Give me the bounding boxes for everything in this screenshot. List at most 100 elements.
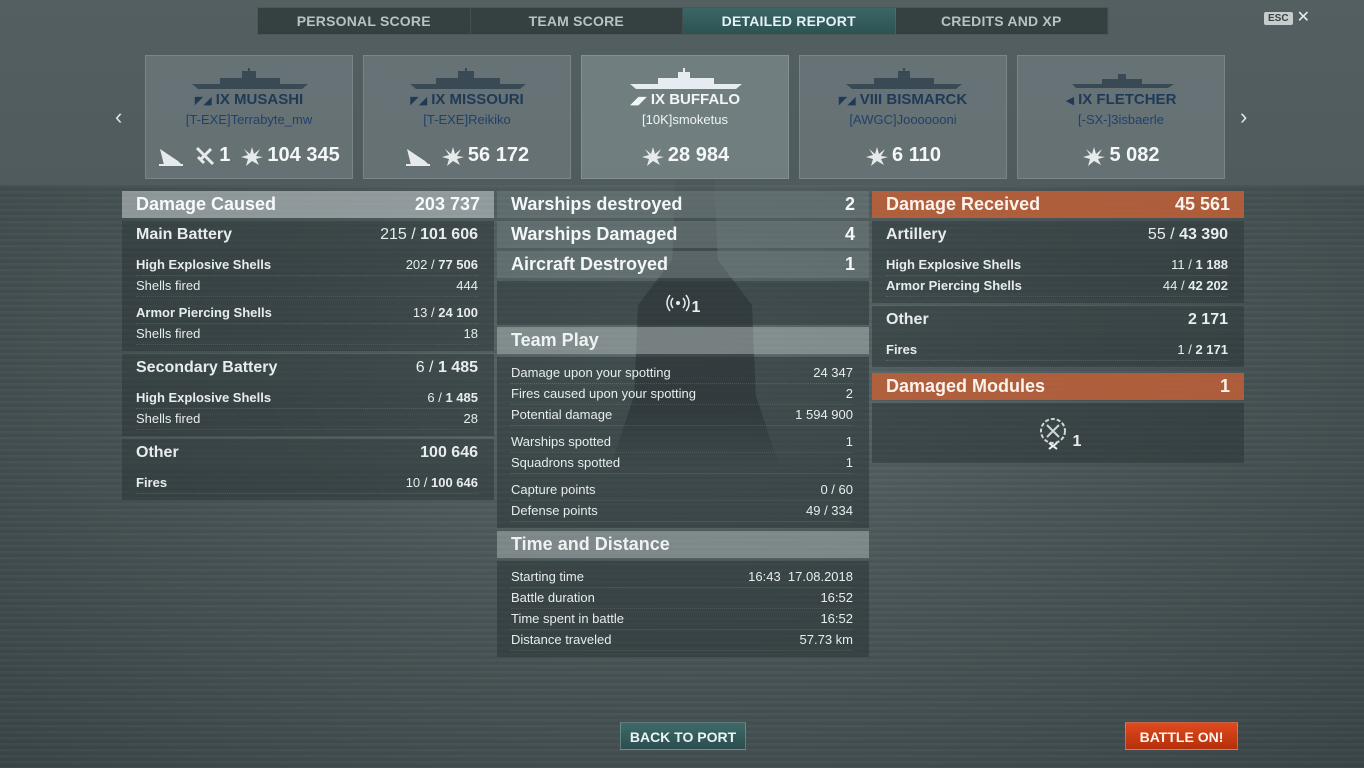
esc-close[interactable]: ESC ✕ xyxy=(1264,10,1310,26)
art-he-row: High Explosive Shells 11 / 1 188 xyxy=(886,255,1228,276)
damage-received-title: Damage Received xyxy=(886,194,1041,214)
ship-card-musashi[interactable]: ◤◢ IX MUSASHI [T-EXE]Terrabyte_mw 1 104 3… xyxy=(145,55,353,179)
stat-planes: 1 xyxy=(194,144,230,167)
tab-team-score[interactable]: TEAM SCORE xyxy=(471,8,683,34)
time-row: Distance traveled 57.73 km xyxy=(511,630,853,651)
destroyer-class-icon: ◀ xyxy=(1065,95,1075,107)
warships-damaged-value: 4 xyxy=(844,224,855,244)
tab-credits-and-xp[interactable]: CREDITS AND XP xyxy=(896,8,1108,34)
damaged-modules-header: Damaged Modules 1 xyxy=(872,373,1244,400)
modules-count: 1 xyxy=(1072,433,1082,450)
destroyer-silhouette-icon xyxy=(1072,74,1174,88)
tab-personal-score[interactable]: PERSONAL SCORE xyxy=(258,8,471,34)
tab-bar: PERSONAL SCORE TEAM SCORE DETAILED REPOR… xyxy=(257,7,1109,35)
artillery-details: High Explosive Shells 11 / 1 188 Armor Pi… xyxy=(872,249,1244,303)
team-play-row: Defense points 49 / 334 xyxy=(511,501,853,522)
prev-ship-arrow-icon[interactable]: ‹ xyxy=(115,104,122,130)
ship-stats: 5 082 xyxy=(1018,144,1224,167)
damage-icon xyxy=(241,146,264,166)
art-ap-row: Armor Piercing Shells 44 / 42 202 xyxy=(886,276,1228,297)
team-play-row: Squadrons spotted 1 xyxy=(511,453,853,474)
other-caused-details: Fires 10 / 100 646 xyxy=(122,467,494,500)
time-distance-details: Starting time 16:43 17.08.2018 Battle dur… xyxy=(497,561,869,657)
main-battery-value: 215 / 101 606 xyxy=(380,226,478,243)
other-received-row: Other 2 171 xyxy=(872,306,1244,334)
secondary-battery-row: Secondary Battery 6 / 1 485 xyxy=(122,354,494,382)
artillery-label: Artillery xyxy=(886,226,947,243)
team-play-details: Damage upon your spotting 24 347 Fires ca… xyxy=(497,357,869,528)
mb-ap-fired-row: Shells fired 18 xyxy=(136,324,478,345)
cruiser-class-icon: ◢◤ xyxy=(629,95,647,107)
tab-detailed-report[interactable]: DETAILED REPORT xyxy=(683,8,896,34)
ship-name: ◢◤ IX BUFFALO xyxy=(629,91,741,108)
damage-caused-panel: Damage Caused 203 737 Main Battery 215 /… xyxy=(122,191,494,500)
mb-he-fired-row: Shells fired 444 xyxy=(136,276,478,297)
battleship-silhouette-icon xyxy=(192,68,308,89)
next-ship-arrow-icon[interactable]: › xyxy=(1240,104,1247,130)
warships-destroyed-row: Warships destroyed 2 xyxy=(497,191,869,218)
damage-received-header: Damage Received 45 561 xyxy=(872,191,1244,218)
damage-icon xyxy=(641,146,664,166)
team-play-header: Team Play xyxy=(497,327,869,354)
team-play-title: Team Play xyxy=(511,330,599,350)
other-received-label: Other xyxy=(886,311,929,328)
ribbon-box: 1 xyxy=(497,281,869,325)
ship-name: ◤◢ IX MUSASHI xyxy=(194,91,304,108)
warships-damaged-row: Warships Damaged 4 xyxy=(497,221,869,248)
aircraft-destroyed-row: Aircraft Destroyed 1 xyxy=(497,251,869,278)
stat-damage: 5 082 xyxy=(1082,144,1160,167)
damage-icon xyxy=(866,146,889,166)
ship-card-fletcher[interactable]: ◀ IX FLETCHER [-SX-]3isbaerle 5 082 xyxy=(1017,55,1225,179)
damage-caused-title: Damage Caused xyxy=(136,194,277,214)
ship-stats: 28 984 xyxy=(582,144,788,167)
time-row: Starting time 16:43 17.08.2018 xyxy=(511,567,853,588)
ribbon-count: 1 xyxy=(691,299,701,316)
time-distance-header: Time and Distance xyxy=(497,531,869,558)
battleship-class-icon: ◤◢ xyxy=(410,95,428,107)
fires-received-row: Fires 1 / 2 171 xyxy=(886,340,1228,361)
stat-damage: 6 110 xyxy=(865,144,941,167)
player-name: [10K]smoketus xyxy=(642,112,728,127)
battleship-silhouette-icon xyxy=(410,68,526,89)
warships-damaged-label: Warships Damaged xyxy=(511,224,678,244)
other-received-details: Fires 1 / 2 171 xyxy=(872,334,1244,367)
secondary-battery-label: Secondary Battery xyxy=(136,359,278,376)
warships-destroyed-label: Warships destroyed xyxy=(511,194,683,214)
ship-stats: 1 104 345 xyxy=(146,144,352,167)
artillery-value: 55 / 43 390 xyxy=(1147,226,1228,243)
main-battery-row: Main Battery 215 / 101 606 xyxy=(122,221,494,249)
player-name: [-SX-]3isbaerle xyxy=(1078,112,1164,127)
damage-caused-header: Damage Caused 203 737 xyxy=(122,191,494,218)
ship-card-missouri[interactable]: ◤◢ IX MISSOURI [T-EXE]Reikiko 56 172 xyxy=(363,55,571,179)
modules-box: 1 xyxy=(872,403,1244,463)
battle-on-button[interactable]: BATTLE ON! xyxy=(1125,722,1238,750)
ship-name: ◀ IX FLETCHER xyxy=(1065,91,1177,108)
other-caused-label: Other xyxy=(136,444,179,461)
battleship-class-icon: ◤◢ xyxy=(194,95,212,107)
artillery-row: Artillery 55 / 43 390 xyxy=(872,221,1244,249)
battleship-silhouette-icon xyxy=(846,68,962,89)
sinking-icon xyxy=(159,148,184,166)
close-icon[interactable]: ✕ xyxy=(1297,10,1310,26)
ship-name: ◤◢ IX MISSOURI xyxy=(410,91,524,108)
plane-down-icon xyxy=(196,146,215,165)
ship-stats: 56 172 xyxy=(364,144,570,167)
warships-destroyed-value: 2 xyxy=(844,194,855,214)
ship-cards: ◤◢ IX MUSASHI [T-EXE]Terrabyte_mw 1 104 3… xyxy=(145,55,1225,179)
ship-stats: 6 110 xyxy=(800,144,1006,167)
main-battery-details: High Explosive Shells 202 / 77 506 Shells… xyxy=(122,249,494,351)
cruiser-silhouette-icon xyxy=(630,68,742,89)
damage-icon xyxy=(1083,146,1106,166)
time-distance-title: Time and Distance xyxy=(511,534,670,554)
ship-card-buffalo[interactable]: ◢◤ IX BUFFALO [10K]smoketus 28 984 xyxy=(581,55,789,179)
damaged-modules-value: 1 xyxy=(1219,376,1230,396)
aircraft-destroyed-label: Aircraft Destroyed xyxy=(511,254,669,274)
battleship-class-icon: ◤◢ xyxy=(838,95,856,107)
ship-card-bismarck[interactable]: ◤◢ VIII BISMARCK [AWGC]Jooooooni 6 110 xyxy=(799,55,1007,179)
main-battery-label: Main Battery xyxy=(136,226,233,243)
damaged-modules-label: Damaged Modules xyxy=(886,376,1046,396)
mb-he-row: High Explosive Shells 202 / 77 506 xyxy=(136,255,478,276)
back-to-port-button[interactable]: BACK TO PORT xyxy=(620,722,746,750)
damage-received-total: 45 561 xyxy=(1174,194,1230,214)
stat-sinking xyxy=(158,145,184,167)
